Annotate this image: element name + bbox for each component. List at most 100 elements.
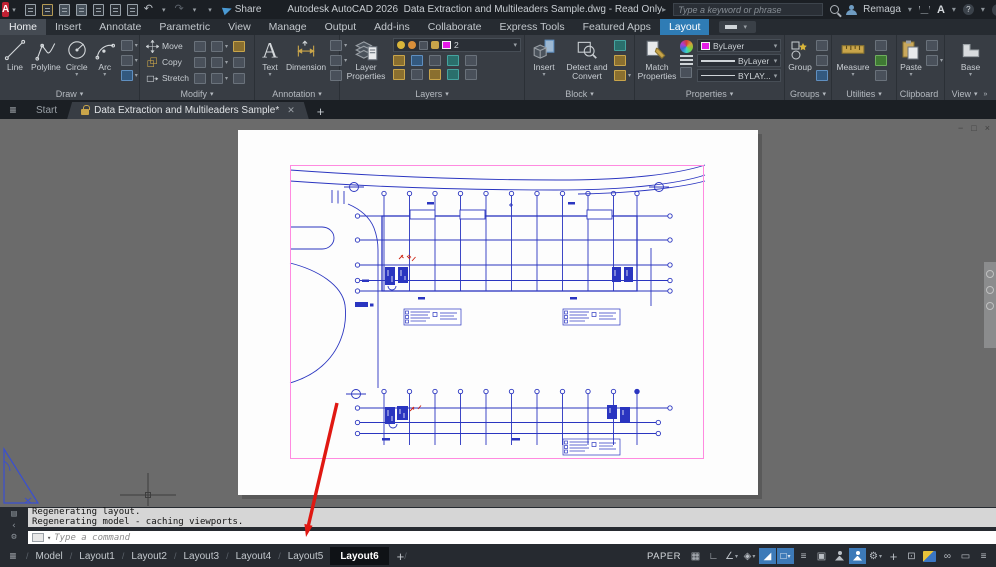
quick-calc-tool-icon[interactable]: [875, 55, 887, 66]
layer-select-combo[interactable]: 2: [393, 38, 521, 52]
batch-plot-icon[interactable]: [109, 3, 121, 16]
command-prompt-icon[interactable]: [32, 533, 44, 542]
user-avatar-icon[interactable]: [846, 4, 858, 15]
nav-pan-icon[interactable]: [986, 286, 994, 294]
panel-label-properties[interactable]: Properties: [635, 87, 784, 100]
group-tool[interactable]: Group: [788, 38, 812, 72]
edit-block-tool-icon[interactable]: [614, 55, 626, 66]
units-button[interactable]: [921, 548, 938, 564]
layer-match-tool-icon[interactable]: [465, 55, 477, 66]
measure-tool[interactable]: Measure: [835, 38, 871, 79]
tab-featured-apps[interactable]: Featured Apps: [574, 19, 660, 35]
move-tool[interactable]: Move: [146, 39, 189, 53]
layout-tab-layout2[interactable]: Layout2: [124, 547, 174, 565]
tab-annotate[interactable]: Annotate: [90, 19, 150, 35]
line-tool[interactable]: Line: [3, 38, 27, 72]
ribbon-display-toggle[interactable]: ▾: [719, 21, 756, 33]
annotation-visibility-toggle[interactable]: [831, 548, 848, 564]
text-tool[interactable]: A Text: [258, 38, 282, 79]
command-history-icon[interactable]: ▤: [11, 509, 16, 519]
polar-tracking-toggle[interactable]: ∠ ▾: [723, 548, 740, 564]
polyline-tool[interactable]: Polyline: [31, 38, 61, 72]
lineweight-combo[interactable]: ByLayer: [697, 54, 782, 67]
scale-tool-icon[interactable]: [193, 72, 206, 84]
file-tab-menu-icon[interactable]: ≡: [0, 100, 26, 119]
open-file-icon[interactable]: [41, 3, 53, 16]
panel-label-view[interactable]: View: [945, 87, 996, 100]
undo-icon[interactable]: ↶: [144, 4, 153, 15]
layout-tab-model[interactable]: Model: [29, 547, 70, 565]
lineweight-icon[interactable]: [680, 55, 693, 57]
share-button[interactable]: Share: [221, 4, 261, 15]
new-file-icon[interactable]: [24, 3, 36, 16]
panel-label-block[interactable]: Block: [525, 87, 634, 100]
point-style-tool-icon[interactable]: [875, 70, 887, 81]
export-icon[interactable]: [92, 3, 104, 16]
tab-view[interactable]: View: [219, 19, 260, 35]
help-icon[interactable]: ?: [962, 4, 974, 15]
file-tab-start[interactable]: Start: [26, 102, 67, 119]
copy-tool[interactable]: Copy: [146, 56, 189, 69]
layout-tab-layout6-active[interactable]: Layout6: [330, 547, 389, 565]
panel-label-draw[interactable]: Draw: [0, 87, 139, 100]
object-color-combo[interactable]: ByLayer: [697, 39, 782, 52]
isometric-drafting-toggle[interactable]: ◈ ▾: [741, 548, 758, 564]
layer-properties-tool[interactable]: Layer Properties: [343, 38, 389, 82]
dimension-tool[interactable]: Dimension: [286, 38, 326, 72]
tab-manage[interactable]: Manage: [260, 19, 316, 35]
layer-prev-tool-icon[interactable]: [411, 69, 423, 80]
tab-collaborate[interactable]: Collaborate: [419, 19, 491, 35]
qat-customize-caret-icon[interactable]: ▾: [208, 6, 212, 14]
layout-tab-layout3[interactable]: Layout3: [177, 547, 227, 565]
clean-screen-toggle[interactable]: ▭: [957, 548, 974, 564]
assistant-icon[interactable]: [991, 3, 996, 16]
drawing-area[interactable]: − □ ×: [0, 119, 996, 507]
snap-mode-toggle[interactable]: ▦: [687, 548, 704, 564]
annotation-scale-button[interactable]: ⚙ ▾: [867, 548, 884, 564]
object-snap-tracking-toggle[interactable]: ◢: [759, 548, 776, 564]
nav-wheel-icon[interactable]: [986, 270, 994, 278]
app-menu-caret-icon[interactable]: ▾: [12, 6, 16, 14]
file-tab-active-doc[interactable]: Data Extraction and Multileaders Sample*…: [67, 102, 309, 119]
user-menu-caret-icon[interactable]: ▾: [908, 5, 912, 14]
redo-icon[interactable]: ↷: [174, 4, 183, 15]
linetype-combo[interactable]: BYLAY...: [697, 69, 782, 82]
fillet-tool-icon[interactable]: [210, 56, 223, 68]
layer-lock-tool-icon[interactable]: [447, 55, 459, 66]
layout-tab-layout5[interactable]: Layout5: [281, 547, 331, 565]
doc-minimize-button[interactable]: −: [958, 123, 963, 133]
circle-tool[interactable]: Circle: [65, 38, 89, 79]
detect-convert-tool[interactable]: Detect and Convert: [564, 38, 610, 82]
layer-isolate-tool-icon[interactable]: [411, 55, 423, 66]
lineweight-display-toggle[interactable]: ≡: [795, 548, 812, 564]
tab-express-tools[interactable]: Express Tools: [490, 19, 573, 35]
tab-insert[interactable]: Insert: [46, 19, 90, 35]
layout-tab-layout4[interactable]: Layout4: [229, 547, 279, 565]
group-manager-tool-icon[interactable]: [816, 70, 828, 81]
tab-add-ins[interactable]: Add-ins: [365, 19, 419, 35]
signed-in-user[interactable]: Remaga: [863, 4, 901, 15]
doc-close-button[interactable]: ×: [985, 123, 990, 133]
command-recent-caret-icon[interactable]: ▾: [47, 534, 51, 542]
viewport-border[interactable]: [290, 165, 704, 459]
polygon-tool-icon[interactable]: [120, 40, 133, 51]
ortho-mode-toggle[interactable]: ∟: [705, 548, 722, 564]
command-customize-icon[interactable]: ⚙: [11, 532, 16, 542]
cut-tool-icon[interactable]: [926, 40, 938, 51]
insert-block-tool[interactable]: Insert: [528, 38, 560, 79]
graphics-performance-toggle[interactable]: ∞: [939, 548, 956, 564]
explode-tool-icon[interactable]: [232, 56, 245, 68]
layer-merge-tool-icon[interactable]: [465, 69, 477, 80]
selection-cycling-toggle[interactable]: ▣: [813, 548, 830, 564]
print-icon[interactable]: [126, 3, 138, 16]
layer-make-current-tool-icon[interactable]: [393, 69, 405, 80]
paste-tool[interactable]: Paste: [900, 38, 922, 79]
layer-walk-tool-icon[interactable]: [429, 69, 441, 80]
nav-zoom-icon[interactable]: [986, 302, 994, 310]
search-icon[interactable]: [830, 5, 840, 14]
layout-tab-layout1[interactable]: Layout1: [72, 547, 122, 565]
navigation-bar[interactable]: [984, 262, 996, 348]
new-layout-button[interactable]: +: [397, 549, 405, 564]
offset-tool-icon[interactable]: [232, 72, 245, 84]
panel-label-annotation[interactable]: Annotation: [255, 87, 339, 100]
